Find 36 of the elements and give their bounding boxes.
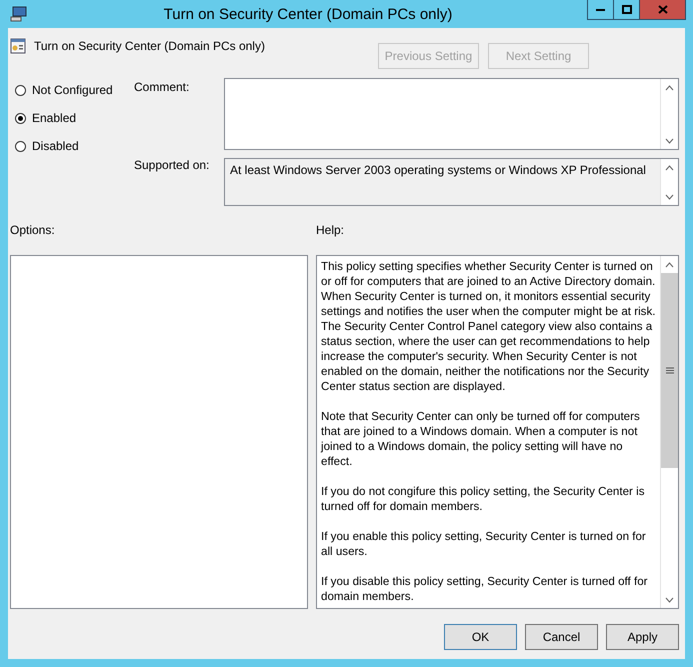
radio-button[interactable] bbox=[15, 84, 26, 96]
maximize-icon bbox=[622, 5, 632, 14]
help-paragraph: This policy setting specifies whether Security Center is turned on or off for computers that are joined to an Active Directory domain. When Security Center is turned on, it monitors essential security settings and notifies the user when the computer might be at risk. The Security Center Control Panel category view also contains a status section, where the user can get recommendations to help increase the computer's security. When Security Center is not enabled on the domain, neither the notifications nor the Security Center status section are displayed. bbox=[321, 259, 656, 394]
supported-on-label: Supported on: bbox=[134, 158, 210, 172]
window-title: Turn on Security Center (Domain PCs only) bbox=[162, 6, 454, 22]
grip-icon bbox=[666, 367, 674, 374]
close-button[interactable] bbox=[639, 0, 686, 20]
help-label: Help: bbox=[316, 223, 346, 239]
scroll-down-icon[interactable] bbox=[665, 138, 674, 144]
radio-button[interactable] bbox=[15, 112, 26, 124]
help-paragraph: If you do not congifure this policy setting, the Security Center is turned off for domain members. bbox=[321, 484, 646, 514]
comment-field[interactable] bbox=[224, 78, 679, 150]
options-label: Options: bbox=[10, 223, 56, 239]
scroll-down-icon[interactable] bbox=[665, 194, 674, 200]
scroll-up-icon[interactable] bbox=[665, 262, 674, 268]
radio-button[interactable] bbox=[15, 140, 26, 152]
close-icon bbox=[658, 5, 668, 14]
scroll-up-icon[interactable] bbox=[665, 84, 674, 90]
comment-label: Comment: bbox=[134, 80, 190, 94]
dialog-button[interactable]: Cancel bbox=[525, 624, 598, 650]
scroll-up-icon[interactable] bbox=[665, 164, 674, 170]
scroll-down-icon[interactable] bbox=[665, 596, 674, 602]
help-paragraph: Note that Security Center can only be turned off for computers that are joined to a Windows domain. When a computer is not joined to a Windows domain, the policy setting will have no effect. bbox=[321, 409, 641, 469]
computer-icon bbox=[10, 6, 28, 22]
minimize-button[interactable] bbox=[587, 0, 614, 20]
help-paragraph: If you enable this policy setting, Security Center is turned on for all users. bbox=[321, 529, 647, 559]
policy-title: Turn on Security Center (Domain PCs only) bbox=[34, 39, 266, 53]
supported-on-field: At least Windows Server 2003 operating systems or Windows XP Professional bbox=[224, 158, 679, 206]
minimize-icon bbox=[596, 8, 605, 11]
dialog-button[interactable]: Apply bbox=[606, 624, 679, 650]
dialog-button[interactable]: OK bbox=[444, 624, 517, 650]
radio-label: Disabled bbox=[32, 139, 79, 153]
scroll-thumb[interactable] bbox=[661, 273, 678, 468]
radio-label: Enabled bbox=[32, 111, 76, 125]
help-paragraph: If you disable this policy setting, Security Center is turned off for domain members. bbox=[321, 574, 649, 604]
radio-label: Not Configured bbox=[32, 83, 113, 97]
